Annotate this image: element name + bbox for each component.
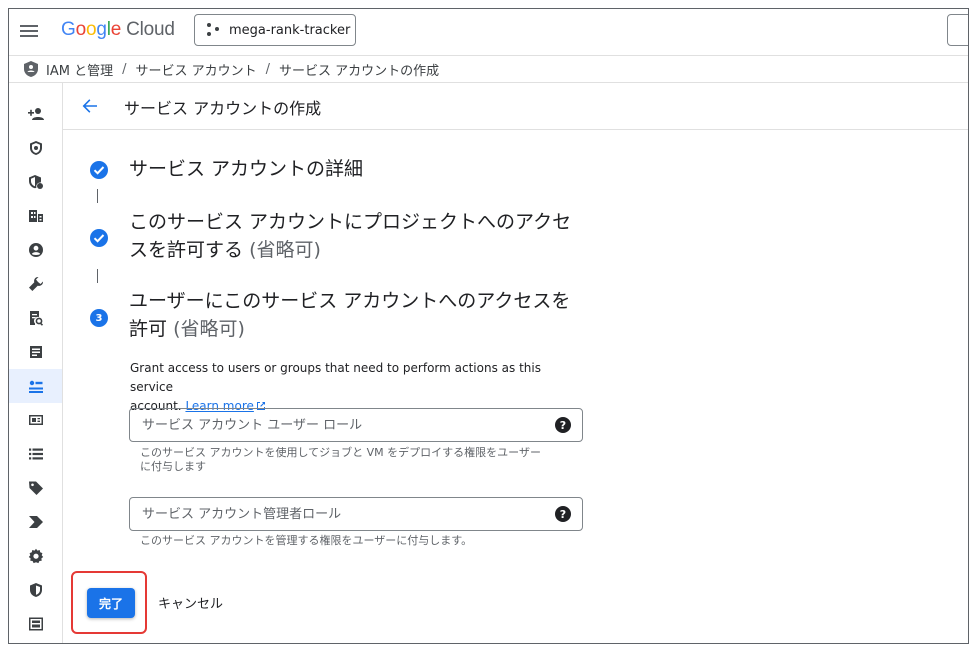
users-role-hint-line1: このサービス アカウントを使用してジョブと VM をデプロイする権限をユーザー (140, 446, 541, 459)
users-role-hint-line2: に付与します (140, 460, 206, 473)
page-title: サービス アカウントの作成 (124, 99, 322, 118)
list-icon[interactable] (9, 437, 62, 471)
help-icon[interactable]: ? (555, 506, 571, 522)
tag-icon[interactable] (9, 471, 62, 505)
cancel-button[interactable]: キャンセル (158, 593, 223, 612)
page-header: サービス アカウントの作成 (63, 83, 968, 130)
service-account-admins-role-field[interactable]: ? (129, 497, 583, 531)
admins-role-hint: このサービス アカウントを管理する権限をユーザーに付与します。 (140, 534, 473, 547)
shield-icon (24, 61, 38, 77)
help-icon[interactable]: ? (555, 417, 571, 433)
step-3-title-line2: 許可 (129, 318, 168, 340)
account-icon[interactable] (9, 233, 62, 267)
users-role-hint: このサービス アカウントを使用してジョブと VM をデプロイする権限をユーザー … (140, 446, 570, 474)
org-icon[interactable] (9, 199, 62, 233)
done-button[interactable]: 完了 (87, 588, 135, 618)
step-3-title[interactable]: ユーザーにこのサービス アカウントへのアクセスを 許可 (省略可) (129, 287, 570, 343)
step-2-title[interactable]: このサービス アカウントにプロジェクトへのアクセ スを許可する (省略可) (129, 208, 571, 264)
side-rail (9, 83, 63, 643)
logo-product: Cloud (126, 19, 175, 40)
dashboard-icon[interactable] (9, 607, 62, 641)
step-2-title-line1: このサービス アカウントにプロジェクトへのアクセ (129, 211, 572, 233)
step-2-check-icon (90, 229, 108, 247)
service-account-users-role-input[interactable] (140, 409, 544, 441)
step-1-title[interactable]: サービス アカウントの詳細 (129, 155, 363, 183)
breadcrumb: IAM と管理 / サービス アカウント / サービス アカウントの作成 (9, 56, 968, 83)
service-account-users-role-field[interactable]: ? (129, 408, 583, 442)
policy-icon[interactable] (9, 165, 62, 199)
step-connector (97, 269, 98, 283)
breadcrumb-iam[interactable]: IAM と管理 (46, 60, 113, 79)
project-name: mega-rank-tracker (229, 22, 351, 38)
step-connector (97, 189, 98, 203)
step-3-title-line1: ユーザーにこのサービス アカウントへのアクセスを (129, 290, 571, 312)
service-account-admins-role-input[interactable] (140, 498, 544, 530)
service-account-icon[interactable] (9, 369, 62, 403)
google-cloud-logo[interactable]: Google Cloud (61, 19, 175, 41)
shield-icon[interactable] (9, 131, 62, 165)
audit-icon[interactable] (9, 301, 62, 335)
chevron-right-icon[interactable] (9, 505, 62, 539)
search-box[interactable] (947, 14, 968, 46)
step-1-check-icon (90, 161, 108, 179)
step-3-number: 3 (90, 309, 108, 327)
security-icon[interactable] (9, 573, 62, 607)
grant-description-line1: Grant access to users or groups that nee… (130, 361, 541, 394)
breadcrumb-separator: / (122, 61, 127, 77)
settings-icon[interactable] (9, 539, 62, 573)
step-2-optional: (省略可) (249, 239, 321, 261)
card-icon[interactable] (9, 403, 62, 437)
wrench-icon[interactable] (9, 267, 62, 301)
project-selector[interactable]: mega-rank-tracker (194, 14, 356, 46)
app-window: Google Cloud mega-rank-tracker IAM と管理 / … (8, 8, 969, 644)
top-bar: Google Cloud mega-rank-tracker (9, 9, 968, 56)
breadcrumb-create: サービス アカウントの作成 (279, 63, 440, 79)
breadcrumb-separator: / (265, 61, 270, 77)
menu-icon[interactable] (20, 22, 38, 42)
back-arrow-icon[interactable] (80, 96, 100, 116)
project-icon (207, 23, 221, 37)
breadcrumb-service-accounts[interactable]: サービス アカウント (135, 60, 256, 79)
step-2-title-line2: スを許可する (129, 239, 244, 261)
person-add-icon[interactable] (9, 97, 62, 131)
step-3-optional: (省略可) (173, 318, 245, 340)
document-icon[interactable] (9, 335, 62, 369)
